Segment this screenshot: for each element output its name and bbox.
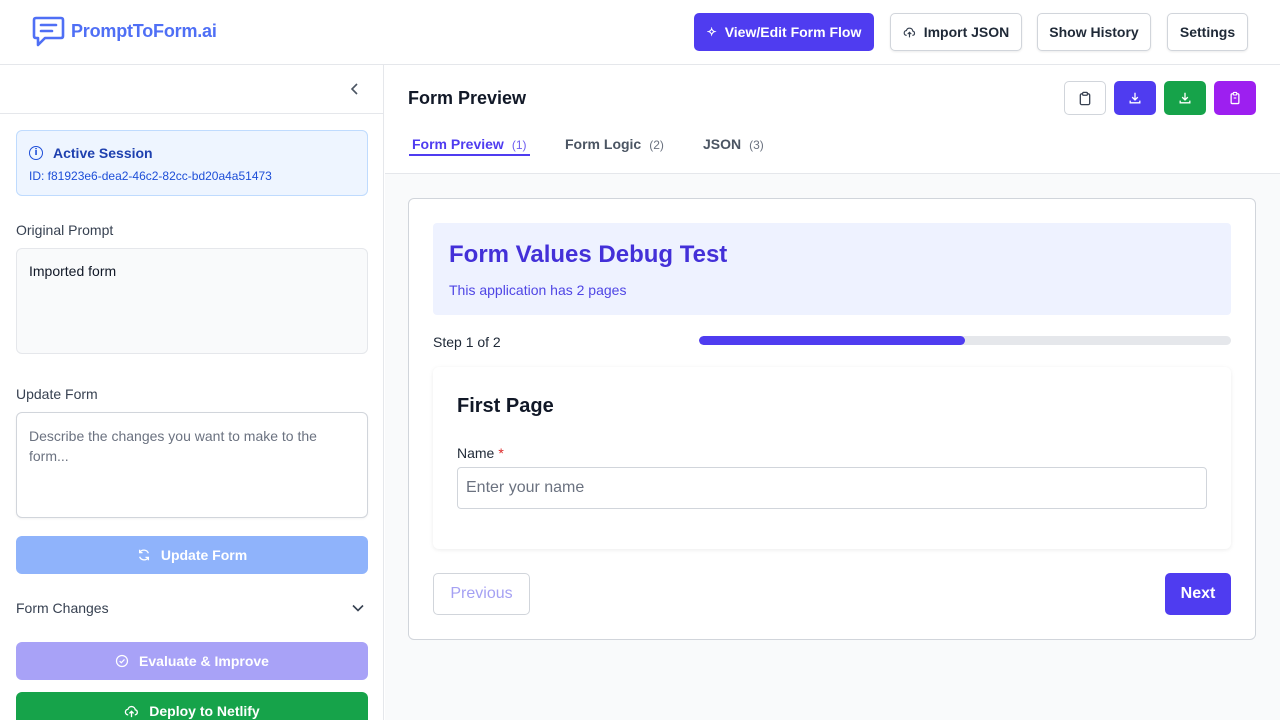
settings-label: Settings: [1179, 24, 1236, 40]
update-form-textarea[interactable]: [16, 412, 368, 518]
previous-button[interactable]: Previous: [433, 573, 530, 615]
name-label-text: Name: [457, 445, 495, 461]
tab-form-logic[interactable]: Form Logic (2): [565, 136, 664, 155]
top-header: PromptToForm.ai ✧ View/Edit Form Flow Im…: [0, 0, 1280, 65]
session-id: ID: f81923e6-dea2-46c2-82cc-bd20a4a51473: [29, 169, 272, 183]
chevron-down-icon[interactable]: [351, 601, 365, 615]
form-header-banner: Form Values Debug Test This application …: [433, 223, 1231, 315]
show-history-button[interactable]: Show History: [1037, 13, 1151, 51]
form-changes-label: Form Changes: [16, 600, 109, 616]
evaluate-improve-label: Evaluate & Improve: [139, 653, 269, 669]
deploy-netlify-label: Deploy to Netlify: [149, 703, 260, 719]
step-indicator: Step 1 of 2: [433, 334, 501, 350]
clipboard-icon: [1079, 91, 1091, 105]
sidebar-collapse-row: [0, 65, 383, 114]
export-button[interactable]: [1214, 81, 1256, 115]
view-edit-label: View/Edit Form Flow: [724, 24, 862, 40]
view-edit-form-flow-button[interactable]: ✧ View/Edit Form Flow: [694, 13, 874, 51]
import-json-button[interactable]: Import JSON: [890, 13, 1022, 51]
form-page-title: First Page: [457, 395, 554, 417]
sparkle-icon: ✧: [706, 25, 717, 39]
download-alt-button[interactable]: [1164, 81, 1206, 115]
download-icon: [1179, 92, 1191, 104]
clipboard-icon: [1230, 91, 1240, 105]
check-circle-icon: [115, 654, 129, 668]
import-json-label: Import JSON: [923, 24, 1010, 40]
tab-form-preview[interactable]: Form Preview (1): [409, 136, 530, 156]
refresh-icon: [138, 549, 149, 561]
name-field-label: Name *: [457, 445, 504, 461]
chevron-left-icon[interactable]: [347, 79, 363, 99]
active-session-panel: i Active Session ID: f81923e6-dea2-46c2-…: [16, 130, 368, 196]
settings-button[interactable]: Settings: [1167, 13, 1248, 51]
page-title: Form Preview: [408, 88, 527, 108]
show-history-label: Show History: [1049, 24, 1139, 40]
cloud-upload-icon: [903, 27, 915, 37]
session-title: Active Session: [53, 145, 153, 161]
form-page-card: First Page Name *: [433, 367, 1231, 549]
main-panel: Form Preview Form Preview (1) Form Logic…: [385, 65, 1280, 720]
tab-count: (1): [511, 138, 527, 152]
session-title-row: i Active Session: [29, 145, 153, 161]
tab-label: Form Logic: [565, 136, 642, 152]
download-button[interactable]: [1114, 81, 1156, 115]
info-icon: i: [29, 146, 43, 160]
form-title: Form Values Debug Test: [449, 241, 728, 268]
form-subtitle: This application has 2 pages: [449, 282, 627, 298]
tab-count: (2): [649, 138, 664, 152]
progress-fill: [699, 336, 965, 345]
app-logo[interactable]: PromptToForm.ai: [32, 15, 217, 48]
cloud-upload-icon: [125, 705, 139, 717]
name-input[interactable]: [457, 467, 1207, 509]
app-name: PromptToForm.ai: [71, 21, 217, 41]
update-form-button[interactable]: Update Form: [16, 536, 368, 574]
tab-count: (3): [749, 138, 764, 152]
preview-toolbar: Form Preview Form Preview (1) Form Logic…: [385, 65, 1280, 174]
tab-label: Form Preview: [412, 136, 504, 152]
download-icon: [1129, 92, 1141, 104]
update-form-button-label: Update Form: [160, 547, 248, 563]
original-prompt-box: Imported form: [16, 248, 368, 354]
sidebar: i Active Session ID: f81923e6-dea2-46c2-…: [0, 65, 384, 720]
copy-button[interactable]: [1064, 81, 1106, 115]
update-form-label: Update Form: [16, 386, 98, 402]
evaluate-improve-button[interactable]: Evaluate & Improve: [16, 642, 368, 680]
chat-bubble-icon: [32, 16, 65, 47]
required-marker: *: [498, 445, 504, 461]
next-button[interactable]: Next: [1165, 573, 1231, 615]
progress-bar: [699, 336, 1231, 345]
original-prompt-label: Original Prompt: [16, 222, 114, 238]
tab-label: JSON: [703, 136, 742, 152]
tab-json[interactable]: JSON (3): [703, 136, 764, 155]
form-preview-card: Form Values Debug Test This application …: [408, 198, 1256, 640]
deploy-netlify-button[interactable]: Deploy to Netlify: [16, 692, 368, 720]
